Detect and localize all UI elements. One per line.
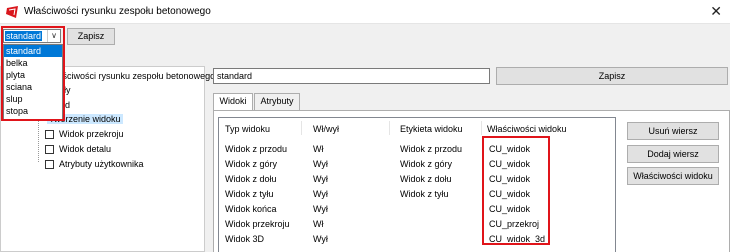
toolbar: standard ∨ Zapisz [0,25,730,49]
view-properties-button[interactable]: Właściwości widoku [627,167,719,185]
table-cell[interactable]: Wył [313,234,328,244]
table-cell[interactable]: Widok z góry [225,159,277,169]
table-cell[interactable]: CU_widok_3d [489,234,545,244]
tree-item-user-attributes[interactable]: Atrybuty użytkownika [59,159,144,169]
table-cell[interactable]: Wył [313,189,328,199]
window-title: Właściwości rysunku zespołu betonowego [24,6,211,17]
table-cell[interactable]: Widok przekroju [225,219,290,229]
table-cell[interactable]: Wył [313,204,328,214]
properties-panel: standard Zapisz Widoki Atrybuty Typ wido… [213,66,730,252]
views-tab-panel: Typ widoku Wł/wył Etykieta widoku Właści… [213,110,730,252]
preset-option-sciana[interactable]: sciana [4,81,62,93]
table-cell[interactable]: CU_widok [489,144,530,154]
table-cell[interactable]: Widok z dołu [225,174,277,184]
column-header-on-off[interactable]: Wł/wył [313,124,339,134]
table-cell[interactable]: CU_widok [489,204,530,214]
tab-attributes[interactable]: Atrybuty [254,93,300,110]
table-cell[interactable]: Widok z dołu [400,174,452,184]
add-row-button[interactable]: Dodaj wiersz [627,145,719,163]
settings-name-input[interactable]: standard [213,68,490,84]
preset-select-value: standard [5,31,43,41]
column-separator [389,121,390,135]
views-grid: Typ widoku Wł/wył Etykieta widoku Właści… [218,117,616,252]
table-cell[interactable]: CU_widok [489,189,530,199]
column-header-view-type[interactable]: Typ widoku [225,124,270,134]
table-cell[interactable]: Widok z tyłu [400,189,449,199]
tree-item-detail-view[interactable]: Widok detalu [59,144,111,154]
table-cell[interactable]: Widok końca [225,204,277,214]
save-as-button[interactable]: Zapisz [496,67,728,85]
tree-item-section-view[interactable]: Widok przekroju [59,129,124,139]
preset-option-slup[interactable]: slup [4,93,62,105]
preset-option-plyta[interactable]: plyta [4,69,62,81]
preset-option-belka[interactable]: belka [4,57,62,69]
table-cell[interactable]: Wł [313,219,324,229]
checkbox-user-attributes[interactable] [45,160,54,169]
tab-views[interactable]: Widoki [213,93,253,111]
app-icon [6,6,18,18]
table-cell[interactable]: CU_widok [489,174,530,184]
table-cell[interactable]: Widok z góry [400,159,452,169]
table-cell[interactable]: Widok z przodu [400,144,462,154]
table-cell[interactable]: Widok 3D [225,234,264,244]
table-cell[interactable]: CU_przekroj [489,219,539,229]
tree-root[interactable]: Właściwości rysunku zespołu betonowego [47,71,215,81]
checkbox-detail-view[interactable] [45,145,54,154]
preset-option-standard[interactable]: standard [4,45,62,57]
preset-dropdown-list: standard belka plyta sciana slup stopa [3,44,63,120]
table-cell[interactable]: Wł [313,144,324,154]
table-cell[interactable]: Wył [313,159,328,169]
table-cell[interactable]: Widok z przodu [225,144,287,154]
title-bar: Właściwości rysunku zespołu betonowego ✕ [0,0,730,24]
column-header-view-properties[interactable]: Właściwości widoku [487,124,567,134]
column-separator [481,121,482,135]
table-cell[interactable]: CU_widok [489,159,530,169]
remove-row-button[interactable]: Usuń wiersz [627,122,719,140]
close-icon[interactable]: ✕ [710,3,722,20]
table-cell[interactable]: Wył [313,174,328,184]
checkbox-section-view[interactable] [45,130,54,139]
toolbar-save-button[interactable]: Zapisz [67,28,115,45]
column-header-view-label[interactable]: Etykieta widoku [400,124,463,134]
table-cell[interactable]: Widok z tyłu [225,189,274,199]
preset-select[interactable]: standard ∨ [3,29,61,43]
chevron-down-icon[interactable]: ∨ [47,30,60,42]
column-separator [301,121,302,135]
preset-option-stopa[interactable]: stopa [4,105,62,117]
